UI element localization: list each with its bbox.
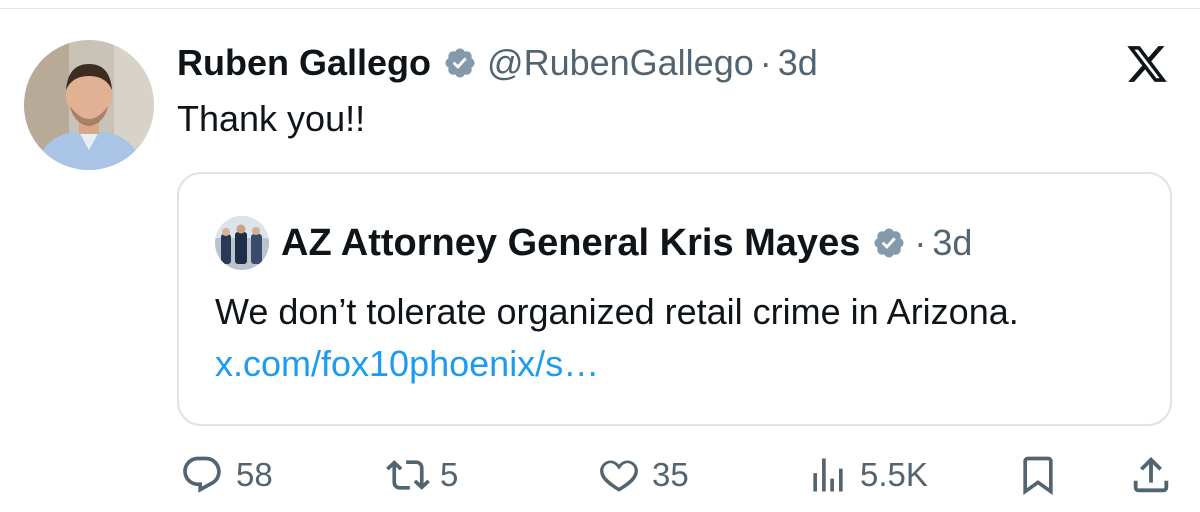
tweet-header: Ruben Gallego @RubenGallego · 3d — [177, 40, 818, 86]
quoted-dot-separator: · — [914, 222, 927, 263]
views-icon — [806, 453, 850, 497]
like-count: 35 — [652, 456, 689, 493]
dot-separator: · — [759, 42, 772, 83]
quoted-tweet-header: AZ Attorney General Kris Mayes · 3d — [215, 216, 972, 270]
share-button[interactable] — [1128, 450, 1174, 500]
quoted-author-name[interactable]: AZ Attorney General Kris Mayes — [281, 222, 860, 265]
verified-badge-icon — [443, 46, 477, 80]
tweet-text: Thank you!! — [177, 98, 366, 139]
bookmark-button[interactable] — [1016, 450, 1060, 500]
views-count: 5.5K — [860, 456, 928, 493]
reply-icon — [180, 453, 224, 497]
x-logo-icon[interactable] — [1124, 42, 1170, 86]
quoted-timestamp[interactable]: 3d — [932, 222, 972, 264]
quoted-text-body: We don’t tolerate organized retail crime… — [215, 291, 1019, 332]
quoted-tweet[interactable]: AZ Attorney General Kris Mayes · 3d We d… — [177, 172, 1172, 426]
repost-button[interactable]: 5 — [384, 450, 458, 500]
reply-button[interactable]: 58 — [180, 450, 273, 500]
author-name[interactable]: Ruben Gallego — [177, 42, 431, 84]
quoted-author-avatar[interactable] — [215, 216, 269, 270]
tweet-card: Ruben Gallego @RubenGallego · 3d Thank y… — [0, 0, 1200, 512]
share-icon — [1128, 452, 1174, 498]
like-button[interactable]: 35 — [596, 450, 689, 500]
action-bar: 58 5 35 5.5K — [0, 450, 1200, 500]
author-avatar[interactable] — [24, 40, 154, 170]
author-handle[interactable]: @RubenGallego — [487, 42, 754, 84]
quoted-link[interactable]: x.com/fox10phoenix/s… — [215, 343, 599, 384]
repost-count: 5 — [440, 456, 459, 493]
views-button[interactable]: 5.5K — [806, 450, 928, 500]
quoted-verified-badge-icon — [872, 226, 906, 260]
like-icon — [596, 453, 642, 497]
reply-count: 58 — [236, 456, 273, 493]
quoted-tweet-text: We don’t tolerate organized retail crime… — [215, 286, 1145, 390]
tweet-timestamp[interactable]: 3d — [778, 42, 818, 84]
bookmark-icon — [1016, 452, 1060, 498]
repost-icon — [384, 453, 432, 497]
